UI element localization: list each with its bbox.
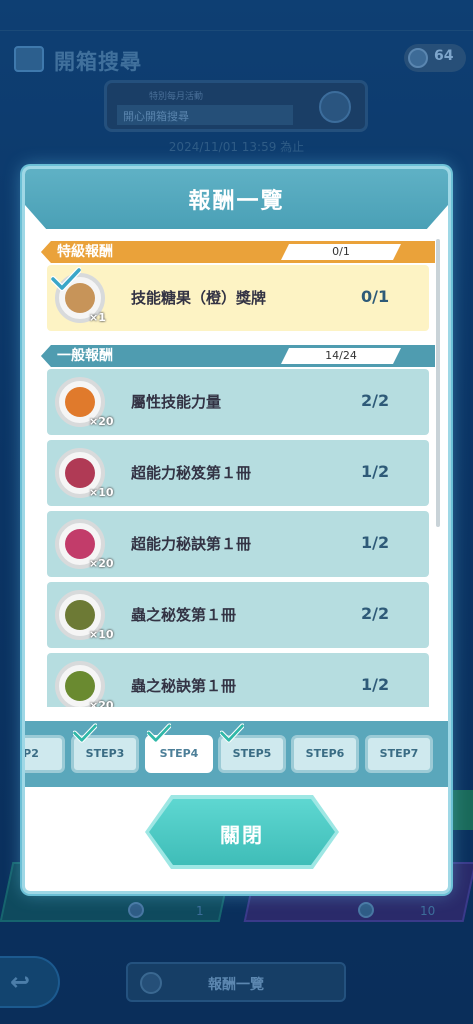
reward-row: ×20 超能力秘訣第１冊 1/2 [47,511,429,577]
reward-row: ×10 蟲之秘笈第１冊 2/2 [47,582,429,648]
banner-title: 開心開箱搜尋 [117,105,293,125]
reward-row: ×20 蟲之秘訣第１冊 1/2 [47,653,429,707]
reward-row: ×20 屬性技能力量 2/2 [47,369,429,435]
event-banner: 特別每月活動 開心開箱搜尋 [104,80,368,132]
back-button[interactable]: ↩ [0,956,60,1008]
step-tab[interactable]: STEP7 [365,735,433,773]
deadline-text: 2024/11/01 13:59 為止 [168,140,305,154]
reward-list[interactable]: 特級報酬 0/1 ×1 技能糖果（橙）獎牌 0/1 一般報酬 14/24 ×20 屬性技能力… [39,235,440,707]
reward-name: 技能糖果（橙）獎牌 [131,289,267,307]
coin-icon [358,902,374,918]
banner-subtitle: 特別每月活動 [149,92,204,102]
reward-quantity: ×1 [89,311,106,324]
reward-quantity: ×10 [89,628,114,641]
coin-count: 64 [434,48,454,64]
special-reward-header: 特級報酬 0/1 [41,241,435,263]
page-header: 開箱搜尋 [0,38,473,82]
special-reward-label: 特級報酬 [41,241,301,263]
orange-orb-icon [65,387,95,417]
reward-progress: 2/2 [361,604,390,623]
reward-quantity: ×20 [89,415,114,428]
close-button-label: 關閉 [220,823,264,847]
check-icon [50,267,82,291]
reward-list-modal: 報酬一覽 特級報酬 0/1 ×1 技能糖果（橙）獎牌 0/1 一般報酬 14/24 ×20… [22,166,451,894]
close-button[interactable]: 關閉 [149,799,335,865]
reward-progress: 1/2 [361,462,390,481]
red-book-icon [65,529,95,559]
green-book-icon [65,671,95,701]
scrollbar[interactable] [436,239,440,527]
reward-name: 蟲之秘笈第１冊 [131,606,237,624]
reward-progress: 1/2 [361,675,390,694]
pokeball-icon [319,91,351,123]
reward-name: 超能力秘訣第１冊 [131,535,252,553]
page-title: 開箱搜尋 [54,50,142,74]
green-book-icon [65,600,95,630]
reward-name: 超能力秘笈第１冊 [131,464,252,482]
check-icon [219,723,245,743]
step-tab[interactable]: STEP6 [291,735,359,773]
reward-row: ×1 技能糖果（橙）獎牌 0/1 [47,265,429,331]
special-reward-progress: 0/1 [281,244,401,260]
left-count: 1 [196,904,204,918]
coin-icon [408,48,428,68]
red-book-icon [65,458,95,488]
reward-row: ×10 超能力秘笈第１冊 1/2 [47,440,429,506]
modal-title: 報酬一覽 [188,189,285,214]
general-reward-header: 一般報酬 14/24 [41,345,435,367]
step-tab[interactable]: P2 [25,735,65,773]
divider [0,30,473,31]
right-count: 10 [420,904,436,918]
reward-progress: 1/2 [361,533,390,552]
reward-name: 屬性技能力量 [131,393,222,411]
coin-counter: 64 [404,44,466,72]
box-icon [14,46,44,72]
reward-name: 蟲之秘訣第１冊 [131,677,237,695]
reward-progress: 2/2 [361,391,390,410]
step-tabs: P2 STEP3 STEP4 STEP5 STEP6 STEP7 [25,721,448,787]
reward-progress: 0/1 [361,287,390,306]
check-icon [146,723,172,743]
general-reward-label: 一般報酬 [41,345,301,367]
reward-quantity: ×20 [89,557,114,570]
check-icon [72,723,98,743]
reward-list-button[interactable]: 報酬一覽 [126,962,346,1002]
reward-quantity: ×10 [89,486,114,499]
back-arrow-icon: ↩ [10,968,31,996]
reward-quantity: ×20 [89,699,114,707]
side-strip [452,790,473,830]
reward-list-label: 報酬一覽 [208,977,264,993]
general-reward-progress: 14/24 [281,348,401,364]
coin-icon [128,902,144,918]
